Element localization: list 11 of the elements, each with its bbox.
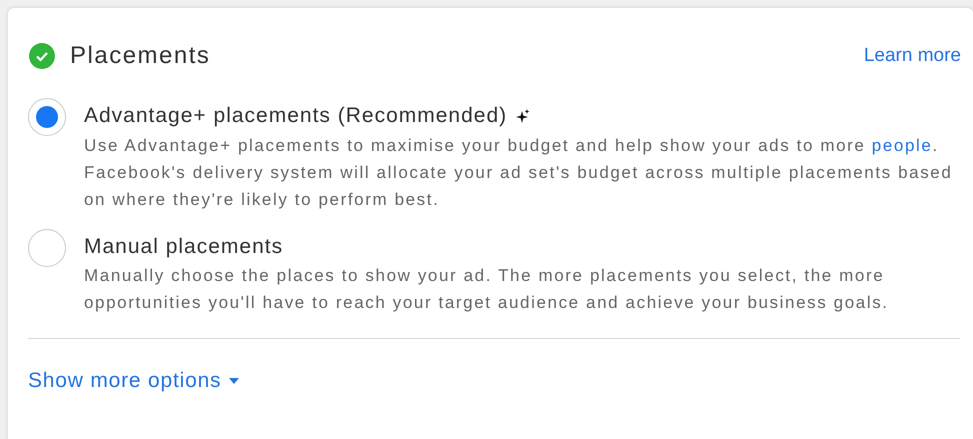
show-more-options-button[interactable]: Show more options: [28, 365, 240, 396]
radio-button[interactable]: [28, 98, 66, 136]
people-link[interactable]: people: [872, 136, 932, 154]
option-description: Use Advantage+ placements to maximise your budget and help show your ads to more people. Facebook's delivery system will allocate your ad set's budget across multiple placements based on where they're likely to perform best.: [84, 134, 954, 210]
caret-icon: [229, 378, 240, 384]
option-description: Manually choose the places to show your ad. The more placements you select, the more opportunities you'll have to reach your target audience and achieve your business goals.: [84, 265, 890, 314]
section-title: Placements: [70, 41, 210, 71]
radio-button[interactable]: [28, 228, 66, 266]
option-label: Advantage+ placements (Recommended): [84, 103, 508, 129]
option-label: Manual placements: [84, 234, 284, 260]
learn-more-link[interactable]: Learn more: [864, 42, 961, 70]
